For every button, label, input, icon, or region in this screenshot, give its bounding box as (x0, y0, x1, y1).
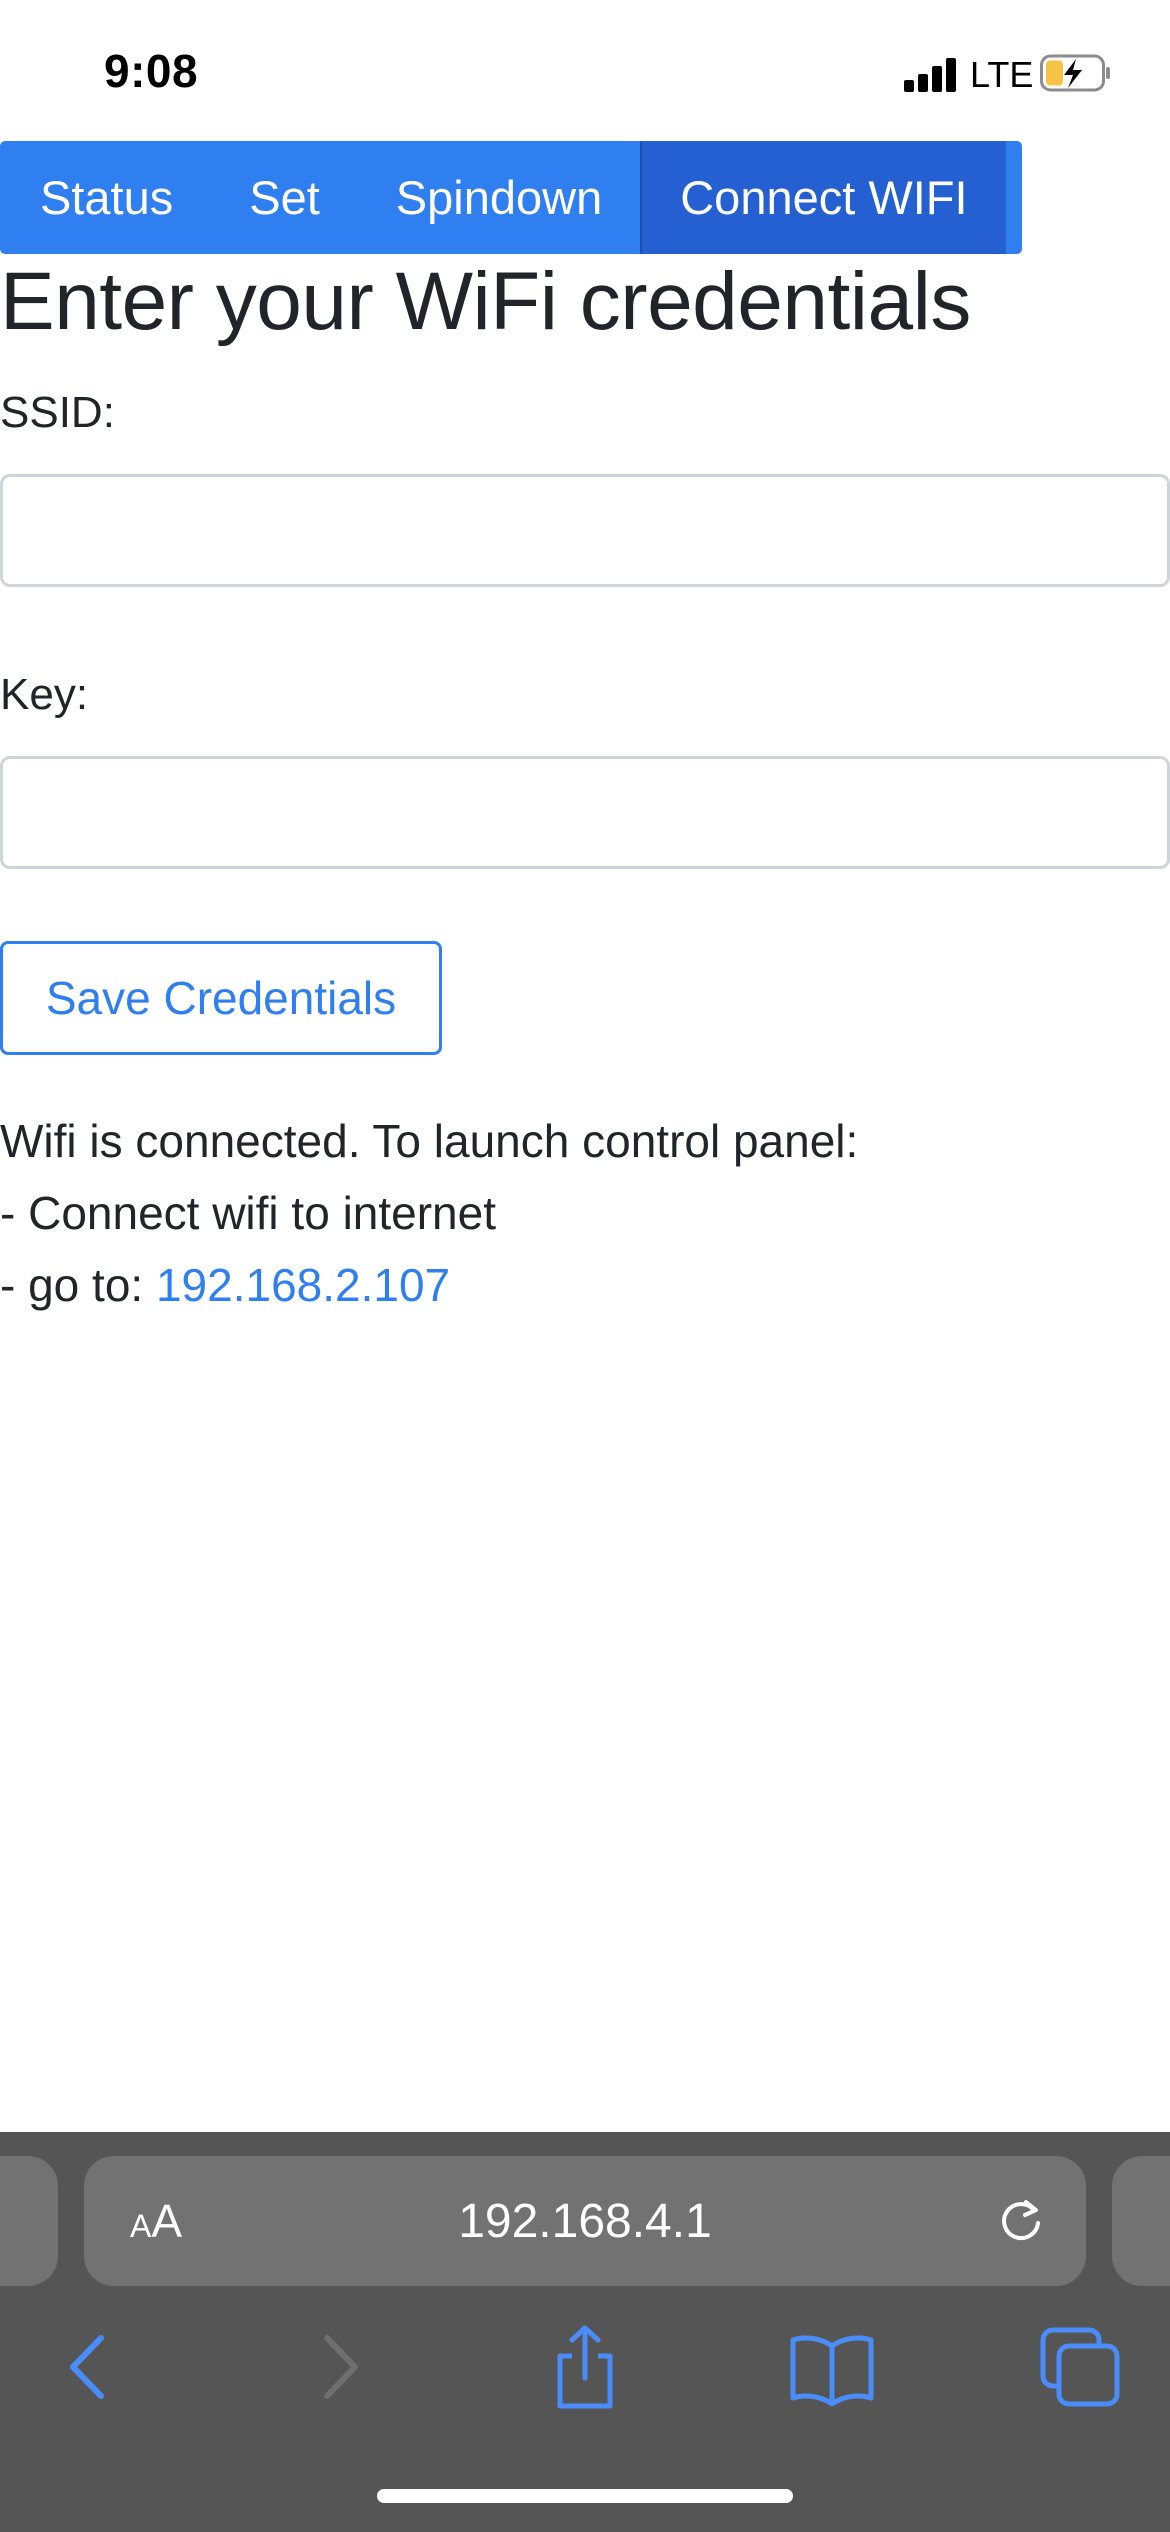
control-panel-link[interactable]: 192.168.2.107 (156, 1259, 450, 1311)
browser-toolbar: AA 192.168.4.1 (0, 2132, 1170, 2532)
page-title: Enter your WiFi credentials (0, 256, 971, 347)
share-icon[interactable] (540, 2322, 630, 2412)
previous-tab-peek[interactable] (0, 2156, 58, 2286)
info-line: Wifi is connected. To launch control pan… (0, 1115, 859, 1167)
key-label: Key: (0, 670, 89, 719)
info-line: - go to: 192.168.2.107 (0, 1249, 858, 1321)
status-time: 9:08 (104, 45, 199, 97)
tab-spindown[interactable]: Spindown (358, 141, 640, 254)
back-icon[interactable] (43, 2322, 133, 2412)
browser-nav-icons (0, 2322, 1170, 2432)
forward-icon[interactable] (295, 2322, 385, 2412)
next-tab-peek[interactable] (1112, 2156, 1170, 2286)
save-credentials-button[interactable]: Save Credentials (0, 941, 442, 1055)
address-bar[interactable]: AA 192.168.4.1 (84, 2156, 1086, 2286)
status-bar: 9:08 LTE (0, 0, 1170, 140)
ssid-label: SSID: (0, 388, 115, 437)
tabs-icon[interactable] (1035, 2322, 1125, 2412)
home-indicator[interactable] (377, 2489, 793, 2503)
reload-icon[interactable] (996, 2196, 1046, 2246)
nav-tabs: Status Set Spindown Connect WIFI (0, 141, 1022, 254)
battery-charging-icon (1040, 54, 1110, 92)
signal-icon (904, 58, 958, 92)
info-line-prefix: - go to: (0, 1259, 156, 1311)
tab-connect-wifi[interactable]: Connect WIFI (640, 141, 1006, 254)
url-text: 192.168.4.1 (458, 2195, 712, 2248)
network-type: LTE (970, 54, 1034, 95)
tab-status[interactable]: Status (0, 141, 211, 254)
tab-set[interactable]: Set (211, 141, 358, 254)
bookmarks-icon[interactable] (787, 2322, 877, 2412)
key-input[interactable] (0, 756, 1170, 869)
ssid-input[interactable] (0, 474, 1170, 587)
connection-info: Wifi is connected. To launch control pan… (0, 1105, 858, 1321)
info-line: - Connect wifi to internet (0, 1187, 497, 1239)
